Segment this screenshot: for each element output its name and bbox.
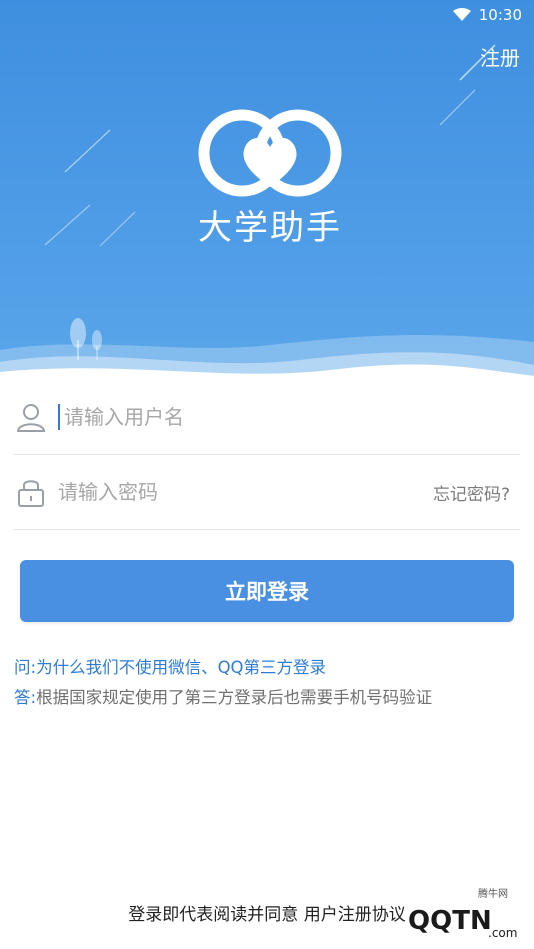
watermark-logo: 腾牛网 QQTN .com — [408, 887, 517, 940]
watermark-suffix: .com — [488, 926, 517, 940]
status-bar: 10:30 — [452, 4, 522, 26]
wifi-icon — [452, 8, 471, 22]
watermark-small: 腾牛网 — [478, 887, 508, 900]
faq-question-text: 为什么我们不使用微信、QQ第三方登录 — [36, 658, 327, 677]
faq-answer: 答:根据国家规定使用了第三方登录后也需要手机号码验证 — [14, 684, 432, 708]
text-caret — [58, 404, 60, 430]
status-time: 10:30 — [478, 6, 522, 24]
username-row — [14, 380, 520, 455]
watermark-big: QQTN — [408, 906, 492, 936]
username-input[interactable] — [62, 404, 396, 430]
faq-question-label: 问: — [14, 658, 37, 677]
register-link[interactable]: 注册 — [480, 42, 520, 71]
password-input[interactable] — [56, 479, 390, 505]
header-banner: 10:30 注册 大学助手 — [0, 0, 534, 380]
faq-answer-text: 根据国家规定使用了第三方登录后也需要手机号码验证 — [36, 688, 433, 707]
login-button[interactable]: 立即登录 — [20, 560, 514, 622]
faq-question[interactable]: 问:为什么我们不使用微信、QQ第三方登录 — [14, 654, 326, 678]
app-name: 大学助手 — [198, 208, 342, 248]
password-row: 忘记密码? — [14, 455, 520, 530]
user-icon — [14, 400, 48, 434]
faq-answer-label: 答: — [14, 688, 37, 707]
forgot-password-link[interactable]: 忘记密码? — [433, 480, 510, 505]
lock-icon — [14, 475, 48, 509]
